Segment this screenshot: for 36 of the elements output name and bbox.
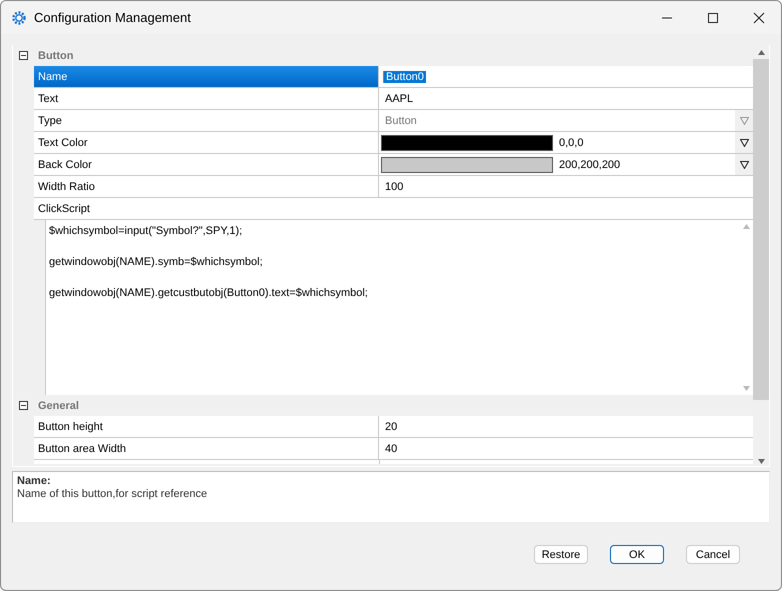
category-header: General: [37, 400, 79, 412]
collapse-icon[interactable]: [19, 51, 28, 60]
property-label[interactable]: Width Ratio: [34, 176, 379, 198]
property-label[interactable]: Text Color: [34, 132, 379, 154]
property-label[interactable]: Text: [34, 88, 379, 110]
scroll-down-icon[interactable]: [758, 459, 764, 464]
scroll-up-icon[interactable]: [758, 50, 764, 54]
property-value[interactable]: AAPL: [383, 92, 416, 104]
property-label[interactable]: Name: [34, 66, 379, 88]
category-header: Button: [37, 50, 74, 62]
dropdown-icon[interactable]: [740, 160, 748, 168]
description-title: Name:: [17, 475, 52, 487]
property-value[interactable]: 200,200,200: [557, 158, 622, 170]
property-label[interactable]: Button height: [34, 416, 379, 438]
property-label[interactable]: ClickScript: [34, 198, 753, 220]
close-icon[interactable]: [753, 12, 765, 24]
code-line: getwindowobj(NAME).symb=$whichsymbol;: [49, 256, 263, 268]
property-value[interactable]: 20: [383, 420, 400, 432]
dropdown-icon[interactable]: [740, 138, 748, 146]
property-value[interactable]: 40: [383, 442, 400, 454]
property-label[interactable]: Button area Width: [34, 438, 379, 460]
property-value[interactable]: Button0: [383, 70, 426, 82]
collapse-icon[interactable]: [19, 401, 28, 410]
property-value[interactable]: 0,0,0: [557, 136, 586, 148]
code-line: getwindowobj(NAME).getcustbutobj(Button0).text=$whichsymbol;: [49, 287, 368, 299]
description-text: Name of this button,for script reference: [17, 488, 208, 500]
dialog-button[interactable]: Cancel: [686, 545, 740, 564]
dialog-button[interactable]: Restore: [534, 545, 588, 564]
script-editor[interactable]: $whichsymbol=input("Symbol?",SPY,1); getwindowobj(NAME).symb=$whichsymbol; getwindowobj(NAME).getcustbutobj(Button0).text=$whichsymbol;: [45, 220, 753, 395]
maximize-icon[interactable]: [707, 12, 719, 24]
dialog-button[interactable]: OK: [610, 545, 664, 564]
window-title: Configuration Management: [34, 10, 191, 25]
gear-icon: [11, 10, 27, 26]
code-line: $whichsymbol=input("Symbol?",SPY,1);: [49, 225, 242, 237]
property-value[interactable]: 100: [383, 180, 406, 192]
property-label[interactable]: Back Color: [34, 154, 379, 176]
